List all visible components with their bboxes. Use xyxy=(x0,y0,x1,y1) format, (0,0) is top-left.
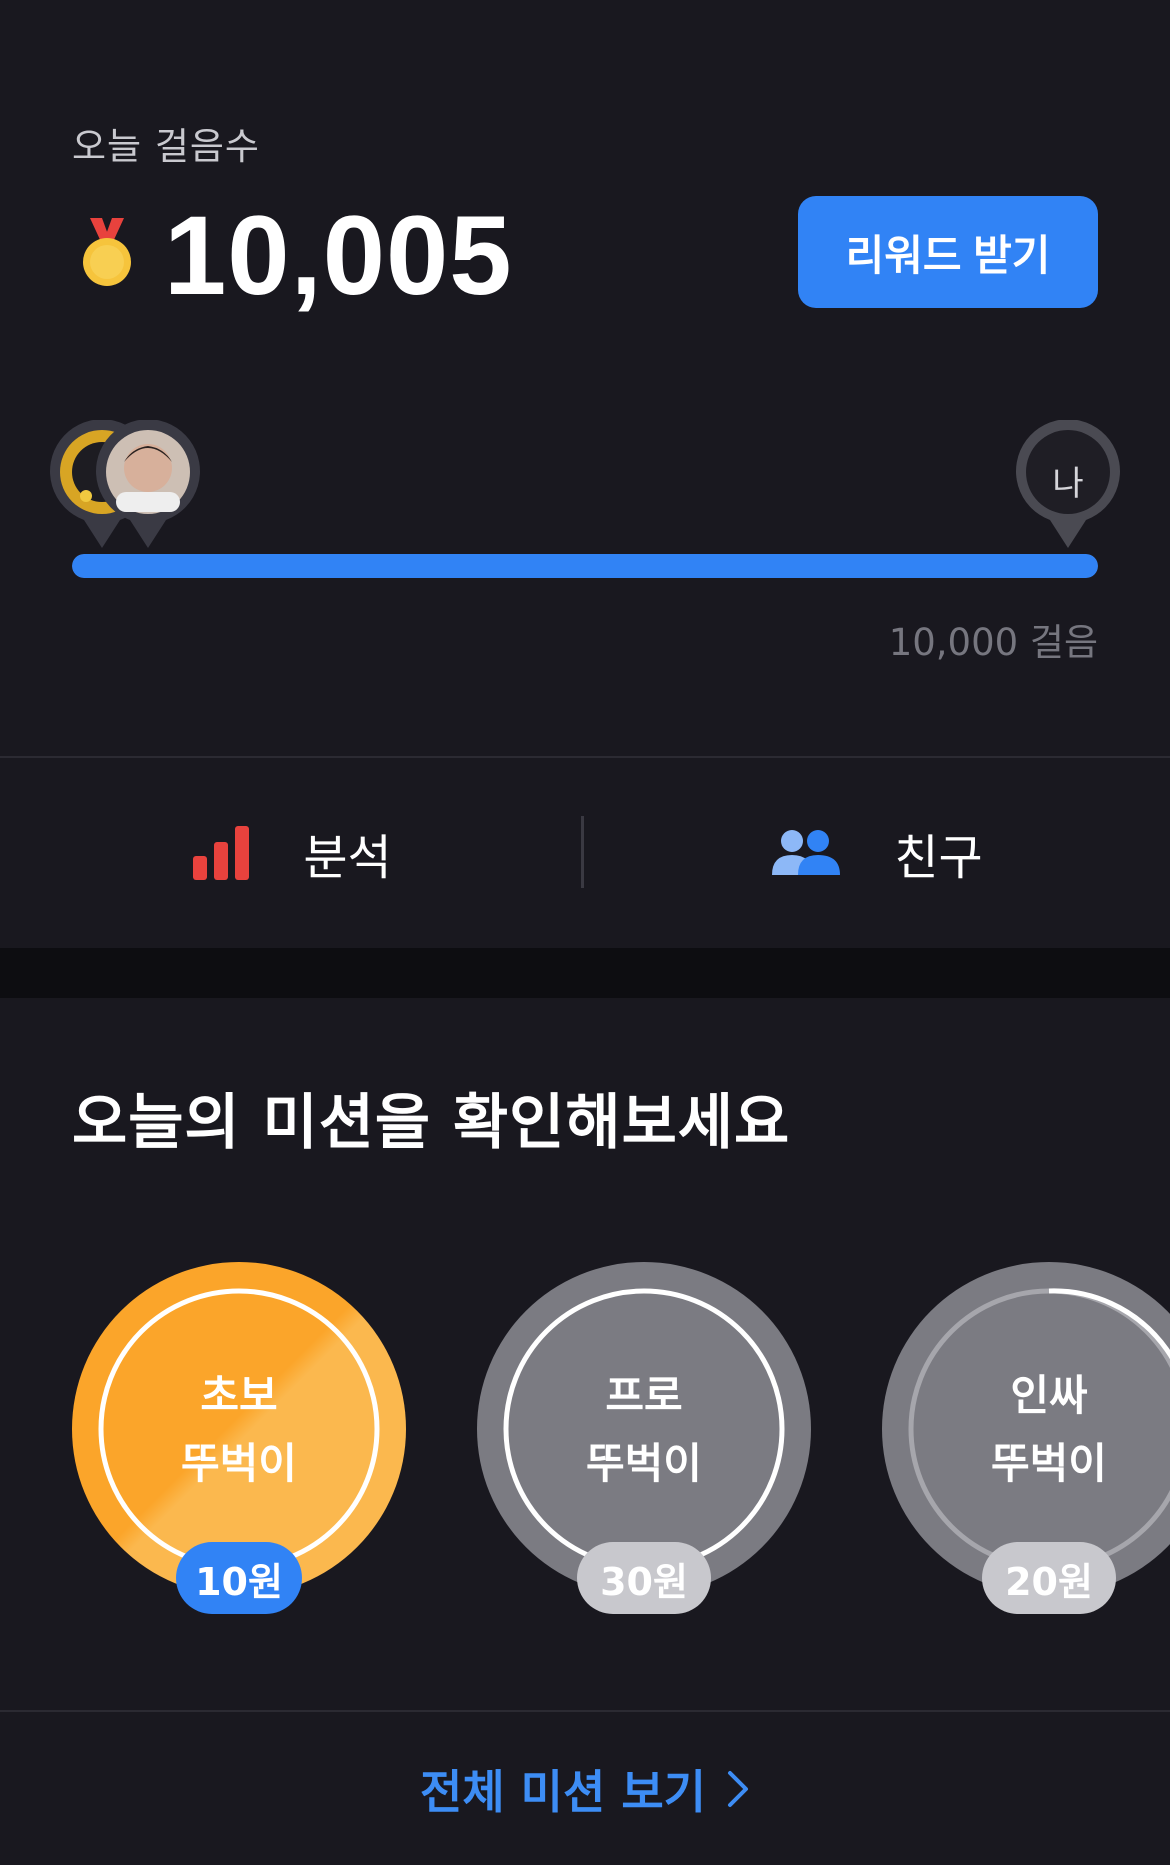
analysis-label: 분석 xyxy=(303,830,392,886)
view-all-missions-label: 전체 미션 보기 xyxy=(420,1764,706,1819)
goal-text: 10,000 걸음 xyxy=(888,621,1098,664)
analysis-button[interactable]: 분석 xyxy=(0,758,585,948)
steps-progress-fill xyxy=(72,554,1098,578)
chevron-right-icon xyxy=(727,1770,748,1807)
mission-reward-badge: 10원 xyxy=(176,1542,302,1614)
bar-chart-icon xyxy=(193,826,250,880)
step-tracker-screen: 오늘 걸음수 10,005 리워드 받기 나 10,000 걸음 분석 친구 오… xyxy=(0,0,1170,1865)
friends-button[interactable]: 친구 xyxy=(585,758,1170,948)
steps-label: 오늘 걸음수 xyxy=(72,125,260,168)
reward-button[interactable]: 리워드 받기 xyxy=(798,196,1098,308)
steps-card: 오늘 걸음수 10,005 리워드 받기 나 10,000 걸음 xyxy=(0,0,1170,756)
steps-progress-bar xyxy=(72,554,1098,578)
mission-reward-badge: 20원 xyxy=(982,1542,1116,1614)
steps-count: 10,005 xyxy=(164,193,513,318)
mission-card-beginner[interactable]: 초보 뚜벅이 10원 xyxy=(72,1262,406,1622)
mission-name: 인싸 뚜벅이 xyxy=(991,1371,1107,1488)
mission-card-pro[interactable]: 프로 뚜벅이 30원 xyxy=(477,1262,811,1622)
section-separator xyxy=(0,948,1170,998)
gold-medal-icon xyxy=(83,218,131,286)
people-icon xyxy=(772,830,841,875)
mission-reward-badge: 30원 xyxy=(577,1542,711,1614)
friend-avatar-pin[interactable] xyxy=(92,420,204,550)
my-position-label: 나 xyxy=(1052,464,1084,504)
mission-name: 초보 뚜벅이 xyxy=(181,1371,297,1488)
mission-card-social[interactable]: 인싸 뚜벅이 20원 xyxy=(882,1262,1170,1622)
friends-label: 친구 xyxy=(894,830,983,886)
view-all-missions-link[interactable]: 전체 미션 보기 xyxy=(0,1712,1170,1865)
nav-divider xyxy=(581,816,584,888)
quick-nav: 분석 친구 xyxy=(0,758,1170,948)
mission-section-title: 오늘의 미션을 확인해보세요 xyxy=(72,1088,791,1158)
mission-name: 프로 뚜벅이 xyxy=(586,1371,702,1488)
